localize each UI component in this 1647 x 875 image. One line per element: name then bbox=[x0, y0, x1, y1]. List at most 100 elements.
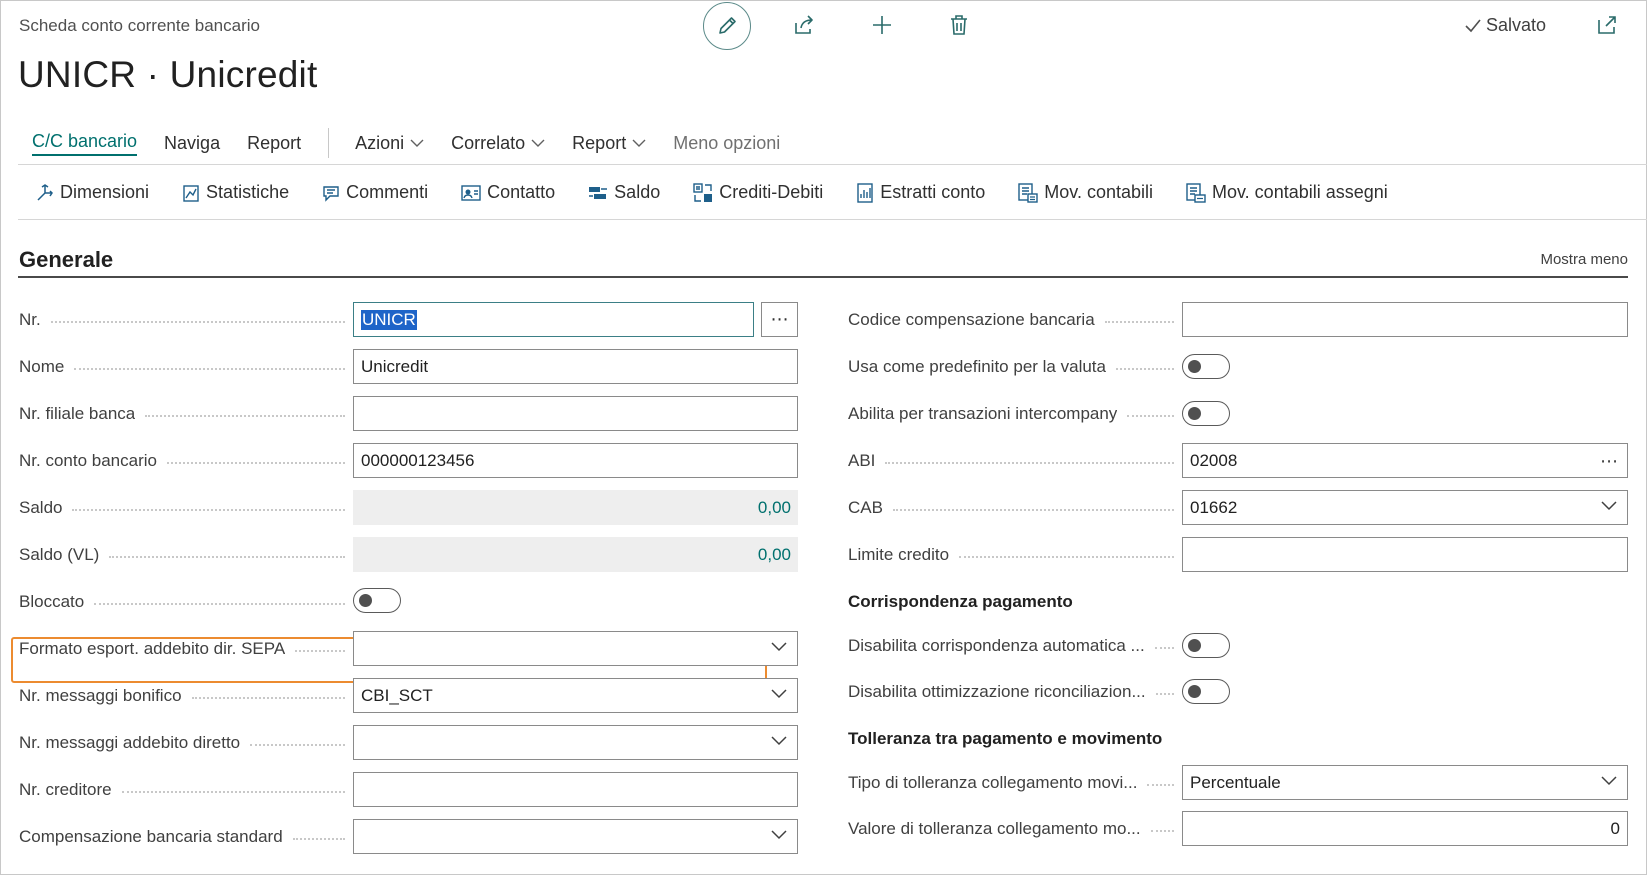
edit-button[interactable] bbox=[703, 2, 751, 50]
leader-dots bbox=[1104, 321, 1174, 323]
auto-match-toggle[interactable] bbox=[1182, 633, 1230, 658]
field-conto-label: Nr. conto bancario bbox=[19, 451, 157, 470]
open-new-window-button[interactable] bbox=[1590, 10, 1624, 40]
action-commenti[interactable]: Commenti bbox=[322, 182, 428, 203]
field-valore-tolleranza: Valore di tolleranza collegamento mo... bbox=[848, 811, 1182, 847]
field-compensazione-label: Compensazione bancaria standard bbox=[19, 827, 283, 846]
bloccato-toggle[interactable] bbox=[353, 588, 401, 613]
bonifico-select-value: CBI_SCT bbox=[361, 685, 433, 705]
field-creditore: Nr. creditore bbox=[19, 772, 353, 808]
tab-correlato[interactable]: Correlato bbox=[451, 133, 545, 154]
field-tipo-tolleranza: Tipo di tolleranza collegamento movi... bbox=[848, 765, 1182, 801]
plus-icon bbox=[873, 16, 891, 34]
pencil-icon bbox=[719, 17, 736, 34]
field-compensazione: Compensazione bancaria standard bbox=[19, 819, 353, 855]
action-contatto[interactable]: Contatto bbox=[461, 182, 555, 203]
action-statistiche[interactable]: Statistiche bbox=[182, 182, 289, 203]
tab-cc-bancario[interactable]: C/C bancario bbox=[32, 131, 138, 156]
field-codice: Codice compensazione bancaria bbox=[848, 302, 1182, 338]
field-ottimizzazione: Disabilita ottimizzazione riconciliazion… bbox=[848, 674, 1182, 710]
action-mov-contabili[interactable]: Mov. contabili bbox=[1018, 182, 1153, 203]
intercompany-toggle[interactable] bbox=[1182, 401, 1230, 426]
tab-fewer-options[interactable]: Meno opzioni bbox=[673, 133, 780, 154]
field-saldo-vl: Saldo (VL) bbox=[19, 537, 353, 573]
field-limite-label: Limite credito bbox=[848, 545, 950, 564]
action-crediti-debiti[interactable]: Crediti-Debiti bbox=[693, 182, 823, 203]
field-limite: Limite credito bbox=[848, 537, 1182, 573]
field-abi-label: ABI bbox=[848, 451, 876, 470]
field-saldo-vl-label: Saldo (VL) bbox=[19, 545, 100, 564]
field-intercompany: Abilita per transazioni intercompany bbox=[848, 396, 1182, 432]
tab-report[interactable]: Report bbox=[247, 133, 301, 154]
leader-dots bbox=[166, 462, 345, 464]
filiale-input[interactable] bbox=[353, 396, 798, 431]
action-bar-tabs: C/C bancario Naviga Report Azioni Correl… bbox=[32, 128, 807, 158]
leader-dots bbox=[295, 650, 345, 652]
popout-icon bbox=[1598, 16, 1616, 34]
compensazione-select[interactable] bbox=[353, 819, 798, 854]
tab-report-menu-label: Report bbox=[572, 132, 627, 153]
field-saldo: Saldo bbox=[19, 490, 353, 526]
nr-input-value: UNICR bbox=[361, 309, 417, 330]
addebito-select[interactable] bbox=[353, 725, 798, 760]
ottimizzazione-toggle[interactable] bbox=[1182, 679, 1230, 704]
statistics-icon bbox=[183, 184, 199, 202]
field-bonifico: Nr. messaggi bonifico bbox=[19, 678, 353, 714]
tab-divider-line bbox=[18, 164, 1647, 165]
action-estratti-conto[interactable]: Estratti conto bbox=[856, 182, 985, 203]
leader-dots bbox=[1147, 784, 1174, 786]
new-button[interactable] bbox=[865, 10, 899, 40]
checkmark-icon bbox=[1465, 18, 1481, 32]
nr-input[interactable]: UNICR bbox=[353, 302, 754, 337]
leader-dots bbox=[145, 415, 345, 417]
action-contatto-label: Contatto bbox=[487, 182, 556, 202]
field-nome: Nome bbox=[19, 349, 353, 385]
valore-tolleranza-input[interactable]: 0 bbox=[1182, 811, 1628, 846]
nr-lookup-button[interactable]: ⋯ bbox=[761, 302, 798, 337]
field-addebito: Nr. messaggi addebito diretto bbox=[19, 725, 353, 761]
predefinito-toggle[interactable] bbox=[1182, 354, 1230, 379]
action-mov-contabili-label: Mov. contabili bbox=[1044, 182, 1154, 202]
conto-input[interactable]: 000000123456 bbox=[353, 443, 798, 478]
delete-button[interactable] bbox=[942, 10, 976, 40]
tab-report-menu[interactable]: Report bbox=[572, 133, 646, 154]
tab-azioni[interactable]: Azioni bbox=[355, 133, 424, 154]
bonifico-select[interactable]: CBI_SCT bbox=[353, 678, 798, 713]
tipo-tolleranza-select[interactable]: Percentuale bbox=[1182, 765, 1628, 800]
sepa-select[interactable] bbox=[353, 631, 798, 666]
action-mov-contabili-assegni[interactable]: Mov. contabili assegni bbox=[1186, 182, 1388, 203]
chevron-down-icon bbox=[531, 139, 545, 147]
show-less-button[interactable]: Mostra meno bbox=[1540, 251, 1628, 268]
field-saldo-label: Saldo bbox=[19, 498, 63, 517]
field-filiale-label: Nr. filiale banca bbox=[19, 404, 136, 423]
abi-input[interactable]: 02008 ⋯ bbox=[1182, 443, 1628, 478]
action-dimensioni[interactable]: Dimensioni bbox=[36, 182, 149, 203]
receivables-payables-icon bbox=[693, 182, 713, 202]
ellipsis-icon[interactable]: ⋯ bbox=[1600, 451, 1619, 472]
leader-dots bbox=[885, 462, 1174, 464]
action-saldo-label: Saldo bbox=[614, 182, 661, 202]
saldo-value[interactable]: 0,00 bbox=[353, 490, 798, 525]
chevron-down-icon bbox=[771, 689, 787, 699]
leader-dots bbox=[250, 744, 345, 746]
tab-naviga[interactable]: Naviga bbox=[164, 133, 220, 154]
dimensions-icon bbox=[37, 183, 53, 201]
conto-input-value: 000000123456 bbox=[361, 450, 475, 470]
chevron-down-icon bbox=[632, 139, 646, 147]
action-saldo[interactable]: Saldo bbox=[588, 182, 660, 203]
save-status-text: Salvato bbox=[1486, 15, 1547, 35]
action-estratti-conto-label: Estratti conto bbox=[880, 182, 986, 202]
share-button[interactable] bbox=[788, 10, 822, 40]
limite-input[interactable] bbox=[1182, 537, 1628, 572]
nome-input[interactable]: Unicredit bbox=[353, 349, 798, 384]
saldo-vl-value[interactable]: 0,00 bbox=[353, 537, 798, 572]
codice-input[interactable] bbox=[1182, 302, 1628, 337]
leader-dots bbox=[72, 509, 345, 511]
leader-dots bbox=[50, 321, 345, 323]
creditore-input[interactable] bbox=[353, 772, 798, 807]
group-title-corrispondenza: Corrispondenza pagamento bbox=[848, 592, 1073, 611]
cab-select[interactable]: 01662 bbox=[1182, 490, 1628, 525]
balance-icon bbox=[589, 186, 608, 199]
tab-correlato-label: Correlato bbox=[451, 132, 526, 153]
leader-dots bbox=[892, 509, 1174, 511]
